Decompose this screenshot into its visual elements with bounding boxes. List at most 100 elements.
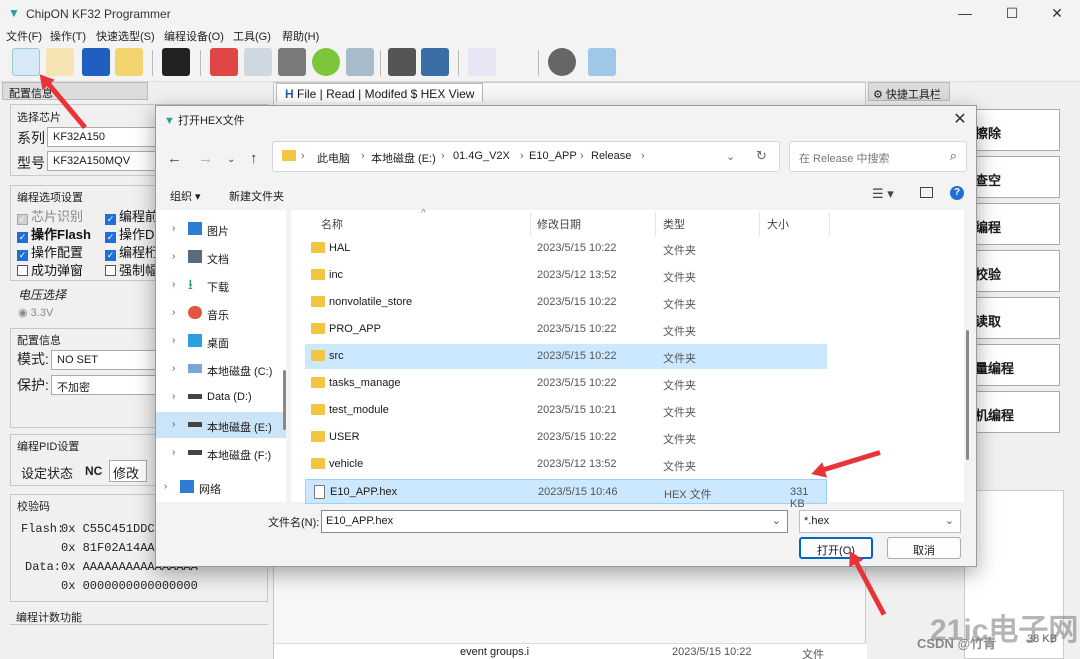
op-flash-checkbox[interactable]: ✓ 操作Flash bbox=[17, 224, 91, 243]
config-tab[interactable]: 配置信息 bbox=[2, 82, 148, 100]
breadcrumb-item[interactable]: 01.4G_V2X bbox=[453, 150, 510, 162]
success-popup-checkbox[interactable]: 成功弹窗 bbox=[17, 260, 83, 279]
device-icon[interactable] bbox=[388, 48, 416, 76]
offline-program-button[interactable]: 机编程 bbox=[964, 391, 1060, 433]
batch-program-button[interactable]: 量编程 bbox=[964, 344, 1060, 386]
chip-detect-checkbox[interactable]: ✓ 芯片识别 bbox=[17, 206, 83, 225]
pid-modify-button[interactable]: 修改 bbox=[109, 460, 147, 482]
menu-programmer[interactable]: 编程设备(O) bbox=[164, 28, 224, 44]
chevron-down-icon[interactable]: ⌄ bbox=[772, 514, 781, 527]
op-config-checkbox[interactable]: ✓ 操作配置 bbox=[17, 242, 83, 261]
file-row[interactable]: USER 2023/5/15 10:22 文件夹 bbox=[305, 425, 827, 450]
file-row[interactable]: HAL 2023/5/15 10:22 文件夹 bbox=[305, 236, 827, 261]
settings-icon[interactable] bbox=[548, 48, 576, 76]
verify-button[interactable]: 校验 bbox=[964, 250, 1060, 292]
menu-quick-select[interactable]: 快速选型(S) bbox=[96, 28, 155, 44]
connect-icon[interactable] bbox=[421, 48, 449, 76]
file-row[interactable]: vehicle 2023/5/12 13:52 文件夹 bbox=[305, 452, 827, 477]
program-icon[interactable] bbox=[278, 48, 306, 76]
voltage-radio[interactable]: ◉ 3.3V bbox=[18, 306, 53, 319]
blank-check-button[interactable]: 查空 bbox=[964, 156, 1060, 198]
address-bar[interactable]: › 此电脑 › 本地磁盘 (E:) › 01.4G_V2X › E10_APP … bbox=[272, 141, 780, 172]
series-select[interactable]: KF32A150 bbox=[47, 127, 167, 147]
up-icon[interactable]: ↑ bbox=[250, 150, 258, 167]
nav-item-downloads[interactable]: › ⭳ 下载 bbox=[156, 272, 286, 298]
chip-icon[interactable] bbox=[162, 48, 190, 76]
program-button[interactable]: 编程 bbox=[964, 203, 1060, 245]
filename-input[interactable]: E10_APP.hex ⌄ bbox=[321, 510, 788, 533]
menu-tools[interactable]: 工具(G) bbox=[233, 28, 271, 44]
dialog-close-icon[interactable]: ✕ bbox=[950, 109, 970, 129]
search-input[interactable]: 在 Release 中搜索 ⌕ bbox=[789, 141, 967, 172]
hex-bin-icon[interactable] bbox=[46, 48, 74, 76]
forward-icon[interactable]: → bbox=[198, 150, 213, 167]
new-folder-button[interactable]: 新建文件夹 bbox=[229, 188, 284, 204]
file-row[interactable]: tasks_manage 2023/5/15 10:22 文件夹 bbox=[305, 371, 827, 396]
column-date[interactable]: 修改日期 bbox=[537, 216, 581, 232]
erase-button[interactable]: 擦除 bbox=[964, 109, 1060, 151]
view-mode-icon[interactable]: ☰ ▾ bbox=[872, 186, 894, 202]
quick-tools-tab[interactable]: ⚙ 快捷工具栏 bbox=[868, 82, 950, 101]
back-icon[interactable]: ← bbox=[167, 150, 182, 167]
option-checkbox[interactable]: 强制幅 bbox=[105, 260, 158, 279]
data-label: Data: bbox=[25, 560, 62, 574]
file-date: 2023/5/12 13:52 bbox=[537, 458, 617, 470]
option-checkbox[interactable]: ✓ 编程桁 bbox=[105, 242, 158, 261]
nav-item-drive-f[interactable]: › 本地磁盘 (F:) bbox=[156, 440, 286, 466]
file-row[interactable]: test_module 2023/5/15 10:21 文件夹 bbox=[305, 398, 827, 423]
file-row[interactable]: src 2023/5/15 10:22 文件夹 bbox=[305, 344, 827, 369]
organize-button[interactable]: 组织 ▾ bbox=[170, 188, 201, 204]
help-icon[interactable]: ? bbox=[950, 186, 964, 200]
breadcrumb-item[interactable]: E10_APP bbox=[529, 150, 577, 162]
file-list-scrollbar[interactable] bbox=[963, 210, 973, 502]
column-type[interactable]: 类型 bbox=[663, 216, 685, 232]
erase-icon[interactable] bbox=[210, 48, 238, 76]
save-icon[interactable] bbox=[82, 48, 110, 76]
notes-icon[interactable] bbox=[115, 48, 143, 76]
refresh-icon[interactable]: ↻ bbox=[756, 148, 767, 164]
file-type-select[interactable]: *.hex ⌄ bbox=[799, 510, 961, 533]
file-row[interactable]: PRO_APP 2023/5/15 10:22 文件夹 bbox=[305, 317, 827, 342]
breadcrumb-item[interactable]: 此电脑 bbox=[317, 150, 350, 166]
menu-operation[interactable]: 操作(T) bbox=[50, 28, 86, 44]
open-button[interactable]: 打开(O) bbox=[799, 537, 873, 559]
close-window-icon[interactable]: ✕ bbox=[1034, 0, 1080, 27]
search-icon[interactable] bbox=[244, 48, 272, 76]
option-checkbox[interactable]: ✓ 编程前 bbox=[105, 206, 158, 225]
nav-item-music[interactable]: › 音乐 bbox=[156, 300, 286, 326]
nav-item-pictures[interactable]: › 图片 bbox=[156, 216, 286, 242]
breadcrumb-item[interactable]: Release bbox=[591, 150, 631, 162]
maximize-icon[interactable]: ☐ bbox=[989, 0, 1035, 27]
preview-pane-icon[interactable] bbox=[920, 187, 933, 198]
model-select[interactable]: KF32A150MQV bbox=[47, 151, 167, 171]
verify-icon[interactable] bbox=[312, 48, 340, 76]
mode-select[interactable]: NO SET bbox=[51, 350, 161, 370]
protect-select[interactable]: 不加密 bbox=[51, 375, 161, 395]
file-row[interactable]: E10_APP.hex 2023/5/15 10:46 HEX 文件 331 KB bbox=[305, 479, 827, 510]
menu-file[interactable]: 文件(F) bbox=[6, 28, 42, 44]
minimize-icon[interactable]: — bbox=[942, 0, 988, 27]
nav-item-drive-c[interactable]: › 本地磁盘 (C:) bbox=[156, 356, 286, 382]
column-name[interactable]: 名称 bbox=[321, 216, 343, 232]
file-row[interactable]: nonvolatile_store 2023/5/15 10:22 文件夹 bbox=[305, 290, 827, 315]
nav-scrollbar[interactable] bbox=[283, 370, 286, 430]
hex-view-tab[interactable]: H File | Read | Modifed $ HEX View bbox=[276, 83, 484, 102]
kungfu-logo-icon[interactable] bbox=[468, 48, 496, 76]
option-checkbox[interactable]: ✓ 操作D bbox=[105, 224, 154, 243]
nav-item-network[interactable]: › 网络 bbox=[156, 474, 286, 500]
nav-item-drive-e[interactable]: › 本地磁盘 (E:) bbox=[156, 412, 286, 438]
history-dropdown-icon[interactable]: ⌄ bbox=[726, 150, 735, 163]
file-row[interactable]: inc 2023/5/12 13:52 文件夹 bbox=[305, 263, 827, 288]
nav-item-desktop[interactable]: › 桌面 bbox=[156, 328, 286, 354]
read-icon[interactable] bbox=[346, 48, 374, 76]
menu-help[interactable]: 帮助(H) bbox=[282, 28, 319, 44]
cancel-button[interactable]: 取消 bbox=[887, 537, 961, 559]
breadcrumb-item[interactable]: 本地磁盘 (E:) bbox=[371, 150, 436, 166]
column-size[interactable]: 大小 bbox=[767, 216, 789, 232]
nav-item-documents[interactable]: › 文档 bbox=[156, 244, 286, 270]
tools-icon[interactable] bbox=[588, 48, 616, 76]
open-hex-icon[interactable] bbox=[12, 48, 40, 76]
recent-chevron-icon[interactable]: ⌄ bbox=[227, 154, 235, 165]
read-button[interactable]: 读取 bbox=[964, 297, 1060, 339]
nav-item-drive-d[interactable]: › Data (D:) bbox=[156, 384, 286, 410]
